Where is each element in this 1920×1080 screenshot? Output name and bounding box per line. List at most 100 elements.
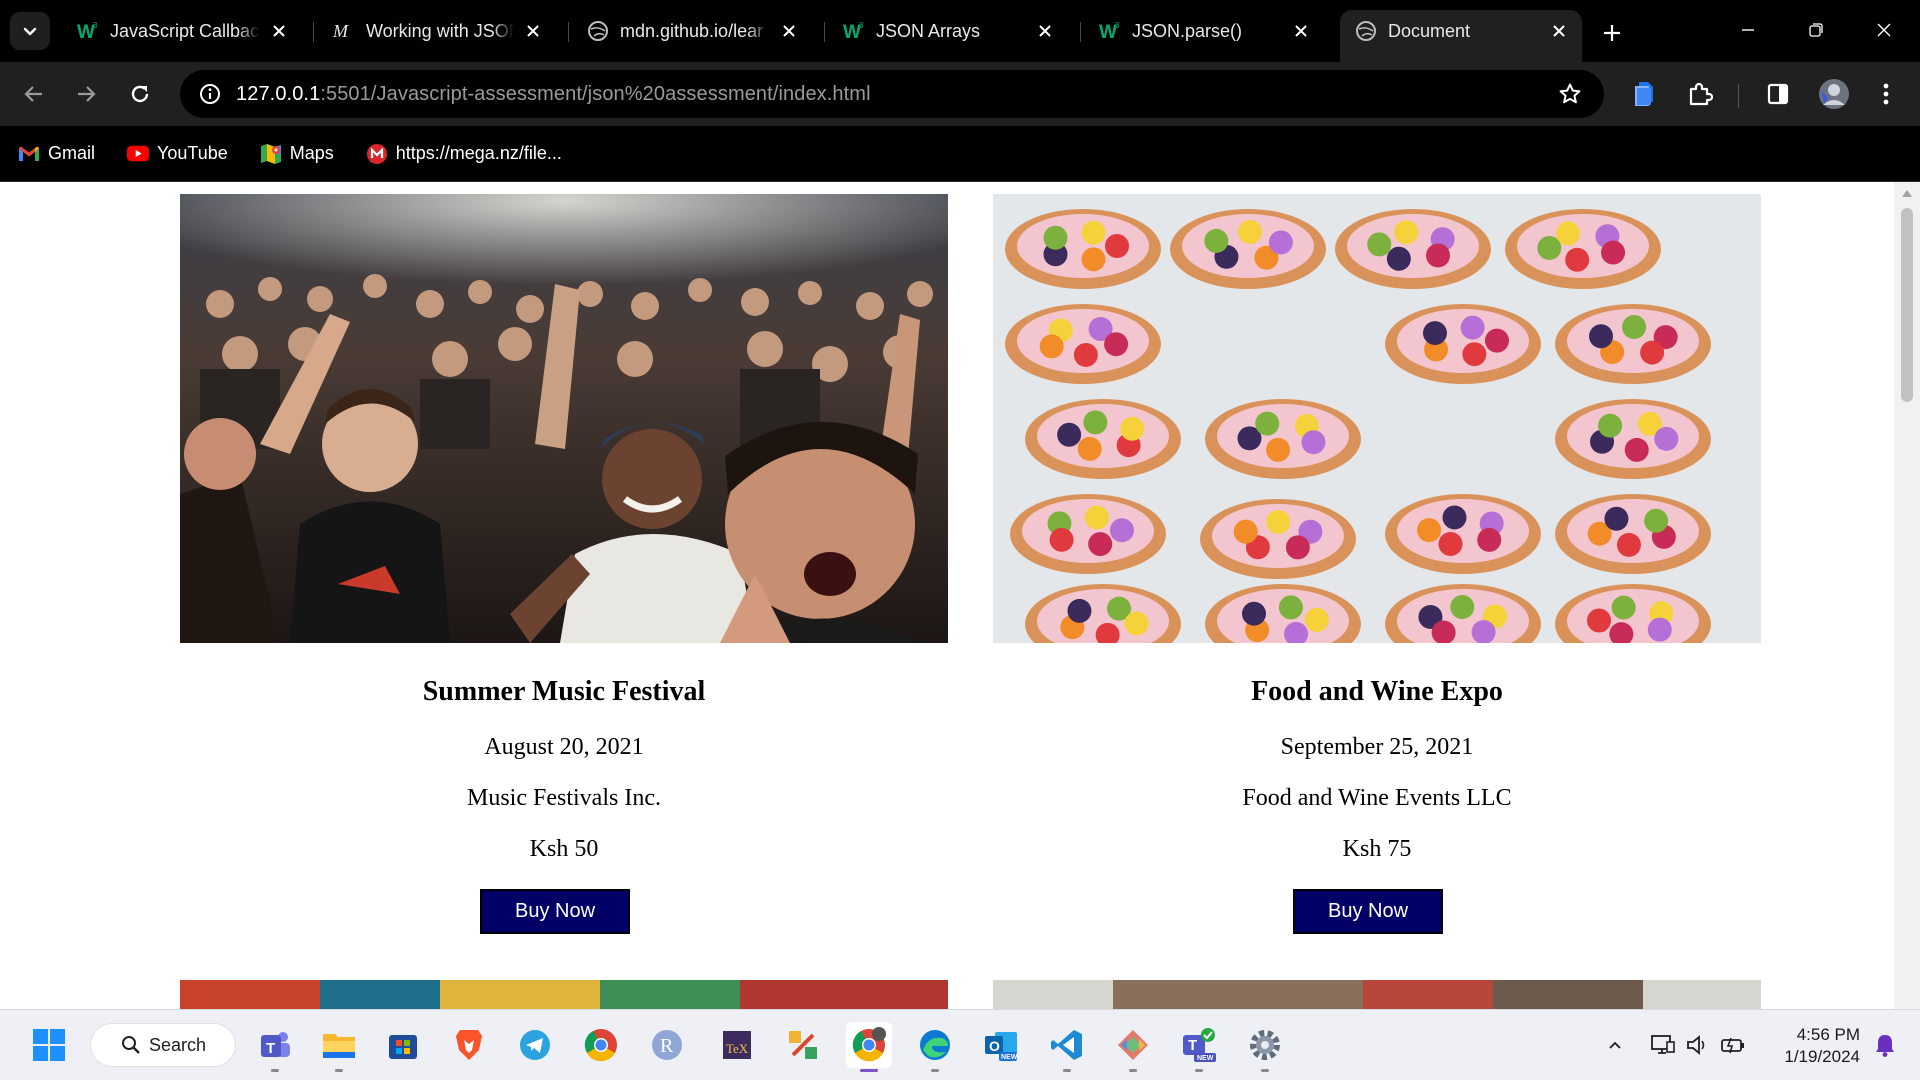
globe-icon [1354, 19, 1378, 43]
site-info-icon[interactable] [194, 78, 226, 110]
arrow-left-icon [24, 86, 42, 102]
r-icon[interactable]: R [644, 1022, 690, 1068]
minimize-button[interactable] [1720, 10, 1776, 50]
toolbar-divider [1738, 84, 1739, 108]
settings-icon[interactable] [1242, 1022, 1288, 1072]
event-organizer: Music Festivals Inc. [467, 785, 661, 811]
side-panel-icon[interactable] [1758, 74, 1798, 114]
svg-text:M: M [332, 21, 349, 41]
close-icon[interactable] [1548, 20, 1570, 42]
buy-now-button[interactable]: Buy Now [480, 889, 630, 934]
start-button[interactable] [26, 1022, 72, 1068]
mega-icon [366, 143, 388, 165]
windows-taskbar: Search T R TeX O NEW T NEW 4:56 PM 1/19/20… [0, 1009, 1920, 1080]
tab-mdn-github[interactable]: mdn.github.io/lear [572, 10, 812, 52]
tab-working-with-json[interactable]: M Working with JSON [318, 10, 556, 52]
url-path: :5501/Javascript-assessment/json%20asses… [320, 82, 871, 105]
close-icon[interactable] [1034, 20, 1056, 42]
clock-time: 4:56 PM [1796, 1025, 1860, 1044]
event-title: Summer Music Festival [422, 676, 706, 707]
w3schools-icon: W3 [1098, 19, 1122, 43]
tab-title: JavaScript Callback [110, 20, 260, 41]
tab-title: JSON.parse() [1132, 20, 1243, 41]
next-event-photo [180, 980, 948, 1009]
browser-toolbar: 127.0.0.1:5501/Javascript-assessment/jso… [0, 62, 1920, 126]
tab-search-button[interactable] [10, 12, 50, 50]
menu-kebab-icon[interactable] [1866, 74, 1906, 114]
show-hidden-icons-chevron-icon[interactable] [1592, 1022, 1638, 1068]
texstudio-icon[interactable]: TeX [714, 1022, 760, 1068]
tab-json-parse[interactable]: W3 JSON.parse() [1084, 10, 1324, 52]
taskbar-search[interactable]: Search [90, 1023, 236, 1067]
svg-text:O: O [989, 1038, 1000, 1054]
w3schools-icon: W3 [842, 19, 866, 43]
tab-strip: W3 JavaScript Callback M Working with JS… [0, 0, 1920, 62]
event-title: Food and Wine Expo [1251, 676, 1503, 707]
svg-text:T: T [1188, 1037, 1197, 1054]
page-scrollbar[interactable] [1894, 182, 1920, 1009]
outlook-icon[interactable]: O NEW [978, 1022, 1024, 1068]
scrollbar-thumb[interactable] [1901, 208, 1913, 402]
minimize-icon [1742, 29, 1754, 31]
tab-json-arrays[interactable]: W3 JSON Arrays [828, 10, 1068, 52]
extensions-puzzle-icon[interactable] [1680, 74, 1720, 114]
bookmark-label: https://mega.nz/file... [395, 143, 562, 163]
tab-title: JSON Arrays [876, 20, 981, 41]
url-host: 127.0.0.1 [236, 82, 321, 105]
buy-now-button[interactable]: Buy Now [1293, 889, 1443, 934]
vscode-icon[interactable] [1044, 1022, 1090, 1072]
concert-crowd-photo [180, 194, 948, 643]
address-bar[interactable]: 127.0.0.1:5501/Javascript-assessment/jso… [180, 70, 1604, 118]
file-explorer-icon[interactable] [316, 1022, 362, 1072]
close-icon[interactable] [778, 20, 800, 42]
git-icon[interactable] [1110, 1022, 1156, 1072]
bookmark-label: Gmail [48, 143, 96, 163]
battery-icon[interactable] [1710, 1022, 1756, 1068]
bookmark-maps[interactable]: Maps [260, 143, 334, 165]
app-icon[interactable] [780, 1022, 826, 1068]
brave-icon[interactable] [446, 1022, 492, 1068]
tab-javascript-callback[interactable]: W3 JavaScript Callback [62, 10, 302, 52]
bookmark-label: Maps [289, 143, 334, 163]
close-icon[interactable] [268, 20, 290, 42]
notification-bell-icon[interactable] [1862, 1022, 1908, 1068]
event-price: Ksh 75 [1342, 836, 1412, 862]
windows-start-icon [33, 1029, 65, 1061]
scroll-up-arrow[interactable] [1902, 190, 1912, 197]
back-button[interactable] [14, 74, 54, 114]
taskbar-clock[interactable]: 4:56 PM 1/19/2024 [1768, 1024, 1860, 1068]
microsoft-store-icon[interactable] [380, 1022, 426, 1068]
svg-text:R: R [660, 1035, 674, 1057]
teams-icon[interactable]: T [252, 1022, 298, 1072]
new-tab-button[interactable] [1594, 15, 1630, 51]
bookmarks-bar: Gmail YouTube Maps https://mega.nz/file.… [0, 126, 1920, 182]
close-icon[interactable] [522, 20, 544, 42]
tab-document[interactable]: Document [1340, 10, 1582, 62]
forward-button[interactable] [66, 74, 106, 114]
bookmark-star-icon[interactable] [1554, 78, 1586, 110]
svg-text:NEW: NEW [1001, 1054, 1018, 1061]
tab-divider [313, 22, 314, 42]
reload-button[interactable] [120, 74, 160, 114]
close-window-button[interactable] [1856, 10, 1912, 50]
gmail-icon [18, 143, 40, 165]
bookmark-mega[interactable]: https://mega.nz/file... [366, 143, 562, 165]
chrome-icon[interactable] [578, 1022, 624, 1068]
profile-avatar-icon[interactable] [1814, 74, 1854, 114]
chevron-down-icon [23, 27, 37, 36]
close-icon[interactable] [1290, 20, 1312, 42]
extension-files-icon[interactable] [1624, 74, 1664, 114]
globe-icon [586, 19, 610, 43]
svg-text:3: 3 [1115, 21, 1120, 30]
svg-text:NEW: NEW [1197, 1055, 1214, 1062]
restore-icon [1809, 23, 1823, 37]
bookmark-gmail[interactable]: Gmail [18, 143, 95, 165]
event-date: August 20, 2021 [484, 734, 644, 760]
edge-icon[interactable] [912, 1022, 958, 1072]
chrome-profile-icon[interactable] [846, 1022, 892, 1072]
restore-button[interactable] [1788, 10, 1844, 50]
teams-new-icon[interactable]: T NEW [1176, 1022, 1222, 1072]
svg-text:T: T [266, 1040, 275, 1057]
bookmark-youtube[interactable]: YouTube [127, 143, 228, 165]
telegram-icon[interactable] [512, 1022, 558, 1068]
